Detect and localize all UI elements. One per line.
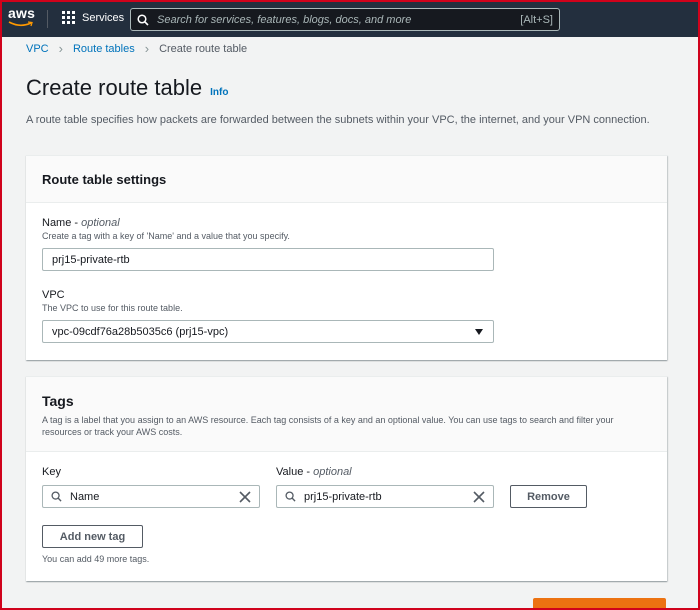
panel-header: Tags A tag is a label that you assign to…: [26, 377, 667, 452]
vpc-field-label-group: VPC The VPC to use for this route table.: [42, 289, 183, 313]
vpc-select-value: vpc-09cdf76a28b5035c6 (prj15-vpc): [52, 325, 229, 338]
optional-tag: optional: [313, 466, 352, 478]
aws-smile-icon: [8, 21, 33, 27]
aws-logo-text: aws: [8, 5, 36, 21]
vpc-field-label: VPC: [42, 289, 65, 301]
remove-tag-button[interactable]: Remove: [510, 485, 587, 508]
tag-value-input[interactable]: prj15-private-rtb: [276, 485, 494, 508]
panel-header: Route table settings: [26, 156, 667, 203]
aws-logo[interactable]: aws: [8, 6, 38, 30]
value-column-label: Value - optional: [276, 466, 352, 478]
global-search-input[interactable]: Search for services, features, blogs, do…: [130, 8, 560, 31]
name-label-text: Name -: [42, 217, 82, 229]
caret-down-icon: [475, 329, 483, 335]
tags-description: A tag is a label that you assign to an A…: [42, 415, 614, 437]
value-label-text: Value -: [276, 466, 314, 478]
search-icon: [137, 13, 149, 26]
create-route-table-button[interactable]: [533, 598, 666, 610]
breadcrumb-current: Create route table: [159, 42, 248, 55]
services-label: Services: [82, 11, 125, 24]
name-input[interactable]: prj15-private-rtb: [42, 248, 494, 271]
top-navigation: aws Services Search for services, featur…: [0, 0, 700, 37]
clear-icon[interactable]: [239, 491, 251, 503]
nav-divider: [47, 10, 48, 28]
grid-icon: [62, 11, 75, 24]
search-icon: [285, 491, 296, 502]
info-link[interactable]: Info: [210, 87, 228, 98]
tag-limit-note: You can add 49 more tags.: [42, 554, 150, 564]
name-field-label: Name - optional: [42, 217, 290, 229]
optional-tag: optional: [81, 217, 120, 229]
search-shortcut-hint: [Alt+S]: [520, 13, 553, 26]
chevron-right-icon: ›: [58, 41, 63, 56]
clear-icon[interactable]: [473, 491, 485, 503]
vpc-field-description: The VPC to use for this route table.: [42, 303, 183, 313]
name-field-label-group: Name - optional Create a tag with a key …: [42, 217, 290, 241]
breadcrumb: VPC › Route tables › Create route table: [26, 41, 247, 56]
tag-key-input[interactable]: Name: [42, 485, 260, 508]
chevron-right-icon: ›: [144, 41, 150, 56]
page-description: A route table specifies how packets are …: [26, 114, 650, 126]
breadcrumb-route-tables[interactable]: Route tables: [73, 43, 135, 55]
panel-heading: Route table settings: [42, 171, 167, 187]
add-new-tag-button[interactable]: Add new tag: [42, 525, 143, 548]
search-icon: [51, 491, 62, 502]
services-menu-button[interactable]: Services: [62, 11, 124, 24]
name-field-description: Create a tag with a key of 'Name' and a …: [42, 231, 290, 241]
name-input-value: prj15-private-rtb: [52, 253, 130, 266]
search-placeholder: Search for services, features, blogs, do…: [157, 13, 412, 26]
route-table-settings-panel: Route table settings Name - optional Cre…: [26, 155, 667, 360]
key-column-label: Key: [42, 466, 61, 478]
tags-panel: Tags A tag is a label that you assign to…: [26, 376, 667, 581]
page-title: Create route table: [26, 75, 203, 100]
tag-key-value: Name: [70, 490, 100, 503]
vpc-select[interactable]: vpc-09cdf76a28b5035c6 (prj15-vpc): [42, 320, 494, 343]
breadcrumb-vpc[interactable]: VPC: [26, 43, 49, 55]
page-header: Create route table Info: [26, 75, 228, 101]
tag-value-value: prj15-private-rtb: [304, 490, 382, 503]
panel-heading: Tags: [42, 393, 74, 409]
